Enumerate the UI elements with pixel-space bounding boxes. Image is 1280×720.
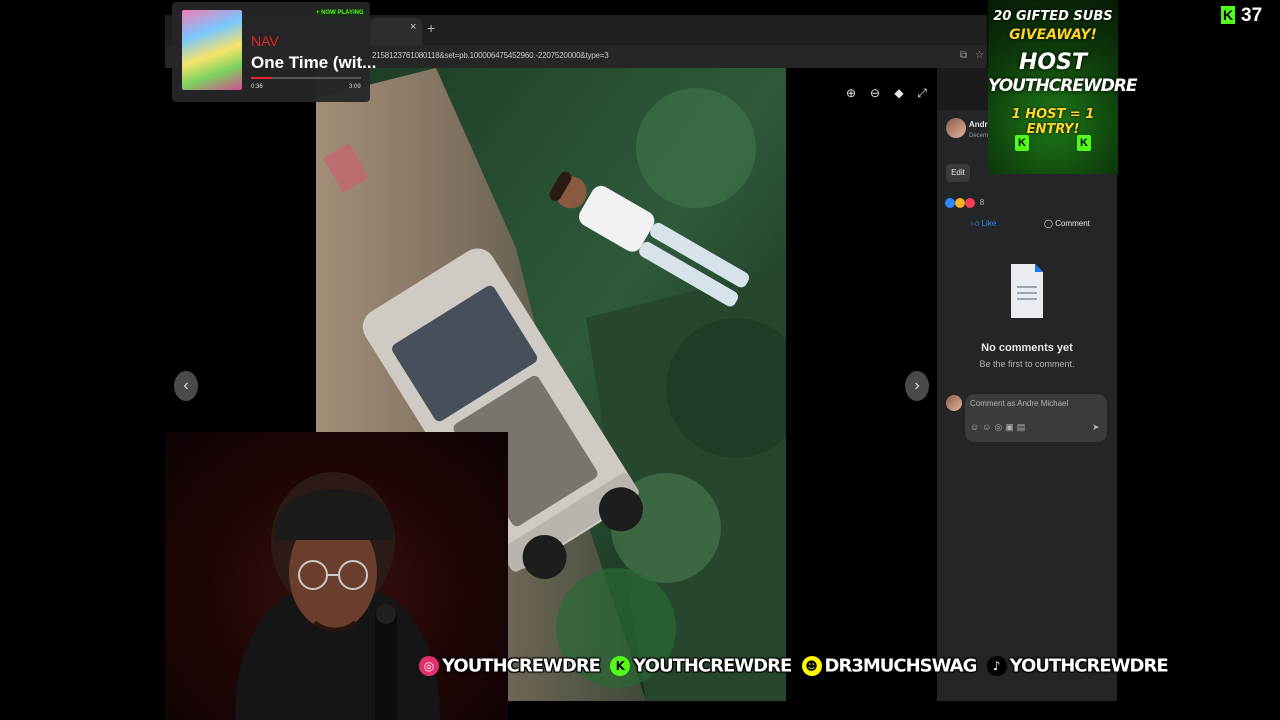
album-art [182, 10, 242, 90]
social-handle: YOUTHCREWDRE [633, 655, 792, 677]
kick-logo-icon: K [1015, 135, 1029, 151]
kick-logo-icon: K [1077, 135, 1091, 151]
social-snapchat: ☻ DR3MUCHSWAG [801, 655, 978, 677]
url-text[interactable]: 2158123761080118&set=pb.100006475452960.… [372, 51, 609, 60]
love-reaction-icon [965, 198, 976, 208]
like-button[interactable]: 👍︎ Like [971, 219, 996, 229]
tag-icon[interactable]: ◆ [891, 85, 907, 101]
no-comments-subtitle: Be the first to comment. [979, 359, 1075, 369]
fullscreen-icon[interactable]: ⤢ [914, 85, 930, 101]
social-kick: K YOUTHCREWDRE [610, 655, 792, 677]
comment-label: Comment [1055, 219, 1090, 228]
social-handle: YOUTHCREWDRE [442, 655, 601, 677]
viewer-count: 37 [1241, 5, 1263, 26]
social-instagram: ◎ YOUTHCREWDRE [419, 655, 601, 677]
tab-close-icon[interactable]: × [410, 21, 416, 33]
avatar-sticker-icon[interactable]: ☺ [970, 422, 982, 432]
giveaway-line-3: HOST [1019, 50, 1087, 75]
bookmark-star-icon[interactable]: ☆ [975, 50, 984, 61]
giveaway-line-2: GIVEAWAY! [1009, 27, 1097, 43]
like-label: Like [981, 219, 997, 228]
author-avatar[interactable] [946, 118, 966, 138]
comment-bubble-icon: ◯ [1044, 219, 1053, 228]
edit-button[interactable]: Edit [946, 164, 970, 182]
sticker-icon[interactable]: ▤ [1017, 422, 1029, 432]
reaction-count: 8 [979, 198, 985, 208]
kick-icon: K [610, 656, 631, 676]
no-comments-title: No comments yet [981, 342, 1073, 354]
new-tab-button[interactable]: + [427, 20, 435, 36]
comment-button[interactable]: ◯ Comment [1044, 219, 1090, 228]
kick-logo-icon: K [1221, 6, 1235, 24]
emoji-icon[interactable]: ☺ [982, 422, 994, 432]
next-photo-button[interactable]: › [905, 371, 929, 401]
socials-bar: ◎ YOUTHCREWDRE K YOUTHCREWDRE ☻ DR3MUCHSWAG… [419, 655, 1173, 685]
camera-icon[interactable]: ◎ [994, 422, 1005, 432]
giveaway-line-1: 20 GIFTED SUBS [993, 9, 1113, 24]
document-icon [1011, 264, 1043, 318]
track-artist: NAV [251, 33, 279, 49]
zoom-out-icon[interactable]: ⊖ [867, 85, 883, 101]
thumbs-up-icon: 👍︎ [971, 219, 980, 228]
haha-reaction-icon [955, 198, 966, 208]
giveaway-line-4: YOUTHCREWDRE [988, 76, 1138, 96]
now-playing-badge: + NOW PLAYING [313, 9, 367, 17]
track-progress-fill [251, 77, 272, 79]
comment-tools: ☺☺◎▣▤ [970, 422, 1028, 433]
like-reaction-icon [945, 198, 955, 208]
snapchat-icon: ☻ [801, 656, 822, 676]
social-handle: DR3MUCHSWAG [824, 655, 978, 677]
open-in-app-icon[interactable]: ⧉ [960, 50, 967, 61]
social-handle: YOUTHCREWDRE [1009, 655, 1169, 677]
track-duration: 3:09 [349, 84, 361, 90]
reactions-summary[interactable]: 8 [945, 198, 984, 208]
comment-input[interactable]: Comment as Andre Michael [970, 399, 1068, 408]
commenter-avatar [946, 395, 962, 411]
social-tiktok: ♪ YOUTHCREWDRE [986, 655, 1169, 677]
zoom-in-icon[interactable]: ⊕ [843, 85, 859, 101]
track-elapsed: 0:36 [251, 84, 263, 90]
gif-icon[interactable]: ▣ [1005, 422, 1017, 432]
track-title: One Time (wit... [251, 53, 377, 72]
previous-photo-button[interactable]: ‹ [174, 371, 198, 401]
post-date[interactable]: Decem [969, 133, 988, 139]
instagram-icon: ◎ [419, 656, 439, 676]
send-icon[interactable]: ➤ [1092, 422, 1100, 433]
giveaway-line-5: 1 HOST = 1 ENTRY! [1011, 107, 1095, 137]
tiktok-icon: ♪ [986, 656, 1007, 676]
